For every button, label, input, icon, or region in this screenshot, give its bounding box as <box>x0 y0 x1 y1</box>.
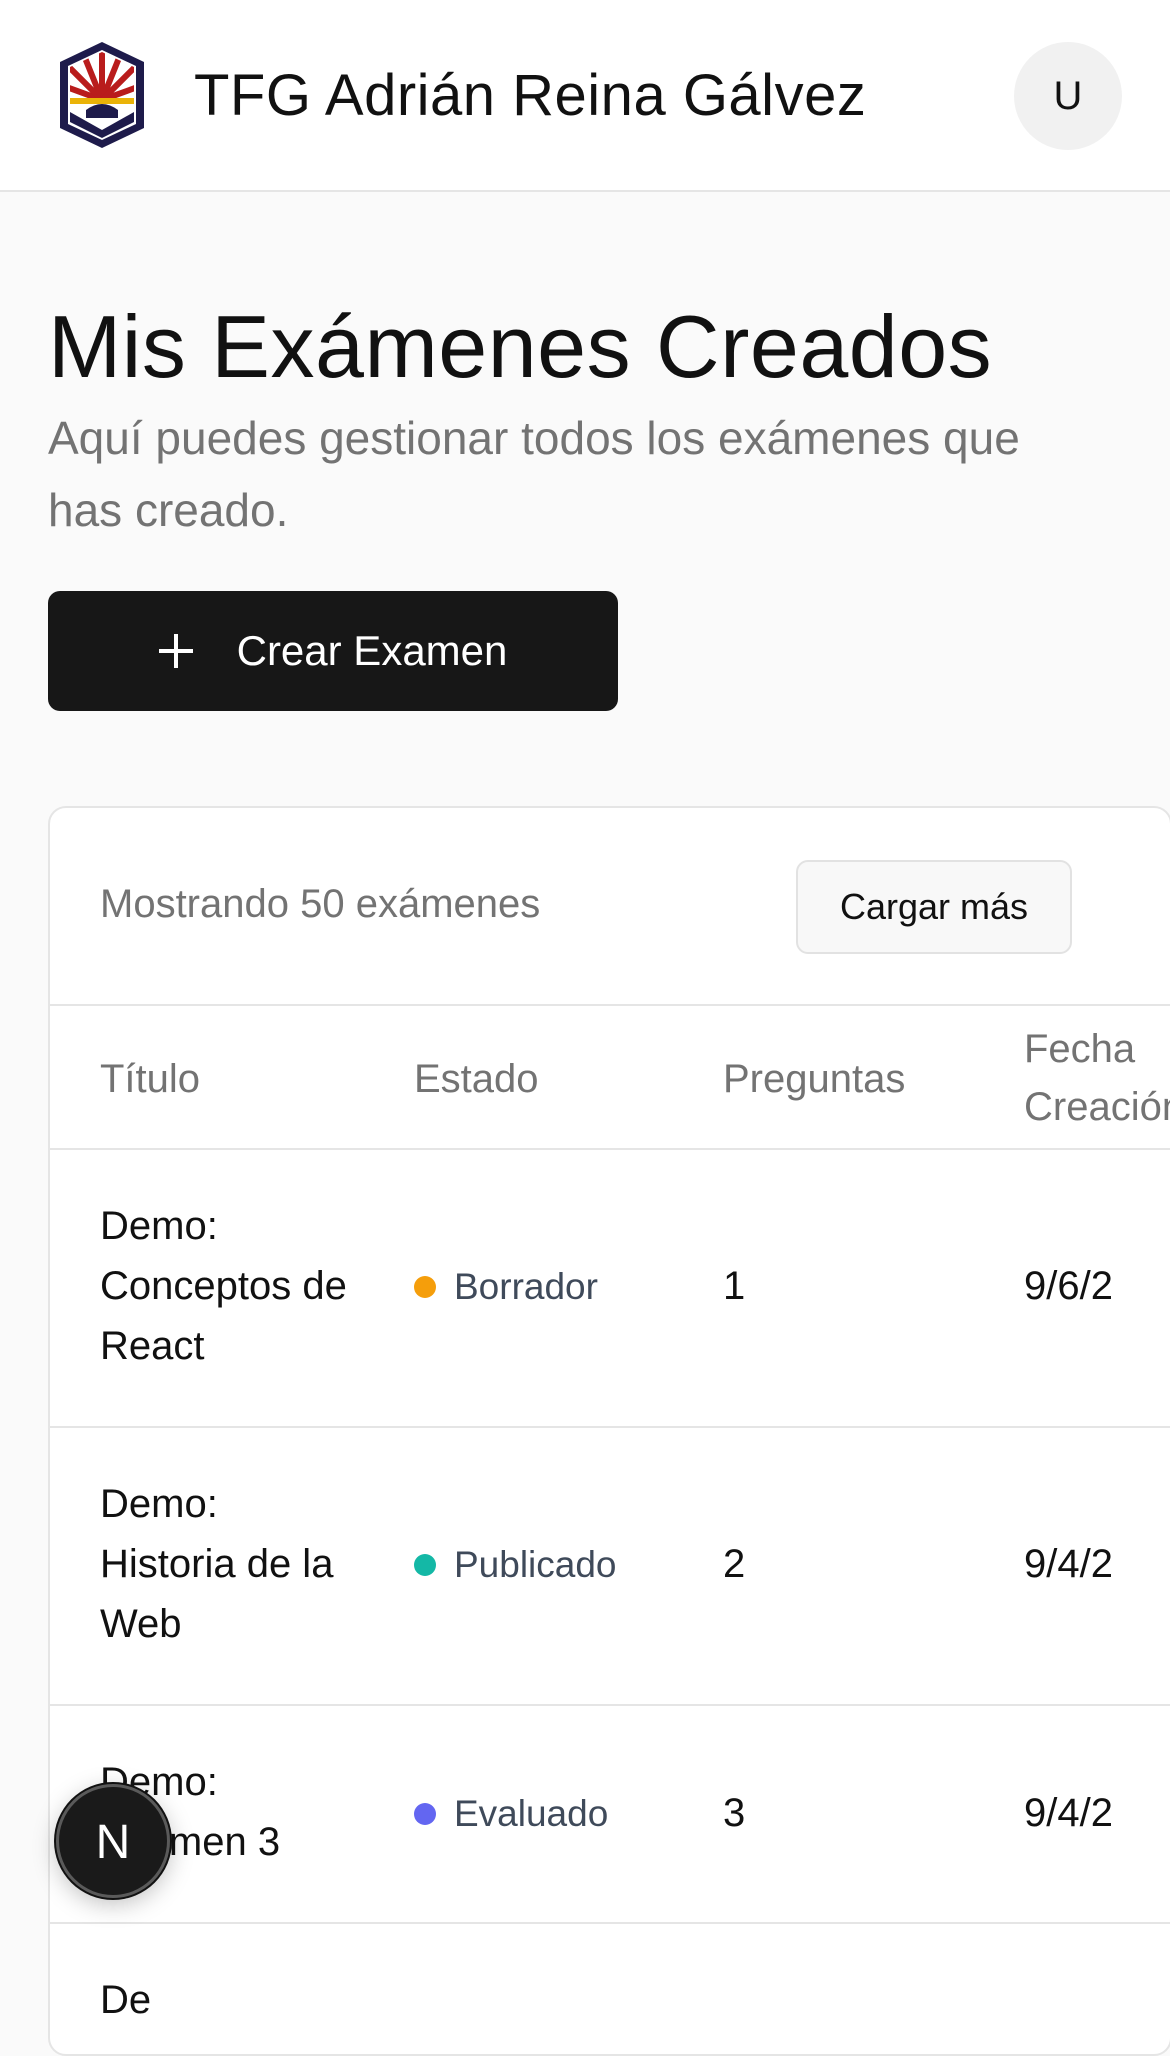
status-label: Publicado <box>454 1544 617 1585</box>
exams-card: Mostrando 50 exámenes Cargar más Título … <box>48 806 1170 2056</box>
create-exam-button[interactable]: Crear Examen <box>48 591 618 711</box>
table-row[interactable]: De <box>50 1924 1170 2054</box>
question-count: 3 <box>723 1791 746 1835</box>
app-header: TFG Adrián Reina Gálvez U <box>0 0 1170 192</box>
status-label: Evaluado <box>454 1793 609 1834</box>
column-header-date[interactable]: Fecha Creación <box>1024 1020 1170 1136</box>
question-count: 2 <box>723 1542 746 1586</box>
table-row[interactable]: Demo: Historia de la Web Publicado 2 9/4… <box>50 1428 1170 1706</box>
creation-date: 9/4/2 <box>1024 1791 1113 1835</box>
user-avatar[interactable]: U <box>1014 42 1122 150</box>
status-dot <box>414 1276 436 1298</box>
exam-title[interactable]: De <box>100 1970 360 2030</box>
showing-count-text: Mostrando 50 exámenes <box>100 882 541 926</box>
page-title: Mis Exámenes Creados <box>48 297 993 396</box>
university-logo-icon[interactable] <box>56 38 148 152</box>
status-dot <box>414 1554 436 1576</box>
load-more-button[interactable]: Cargar más <box>796 860 1072 954</box>
nextjs-icon: N <box>96 1816 131 1868</box>
status-dot <box>414 1803 436 1825</box>
card-toolbar: Mostrando 50 exámenes Cargar más <box>50 808 1170 1004</box>
column-header-status[interactable]: Estado <box>414 1050 539 1108</box>
creation-date: 9/4/2 <box>1024 1542 1113 1586</box>
status-badge: Evaluado <box>414 1784 608 1844</box>
column-header-title[interactable]: Título <box>100 1050 200 1108</box>
table-row[interactable]: Demo: Conceptos de React Borrador 1 9/6/… <box>50 1150 1170 1428</box>
status-badge: Publicado <box>414 1535 617 1595</box>
app-title: TFG Adrián Reina Gálvez <box>194 63 867 128</box>
plus-icon <box>158 634 193 668</box>
exam-title[interactable]: Demo: Conceptos de React <box>100 1196 360 1376</box>
creation-date: 9/6/2 <box>1024 1264 1113 1308</box>
page-subtitle: Aquí puedes gestionar todos los exámenes… <box>48 412 1020 536</box>
column-header-questions[interactable]: Preguntas <box>723 1050 905 1108</box>
create-exam-label: Crear Examen <box>236 627 508 674</box>
exam-title[interactable]: Demo: Historia de la Web <box>100 1474 360 1654</box>
svg-text:N: N <box>96 1816 131 1868</box>
table-row[interactable]: Demo: Examen 3 Evaluado 3 9/4/2 <box>50 1706 1170 1924</box>
question-count: 1 <box>723 1264 746 1308</box>
status-badge: Borrador <box>414 1257 598 1317</box>
status-label: Borrador <box>454 1266 598 1307</box>
nextjs-dev-indicator-button[interactable]: N <box>56 1784 170 1898</box>
table-header: Título Estado Preguntas Fecha Creación <box>50 1004 1170 1150</box>
